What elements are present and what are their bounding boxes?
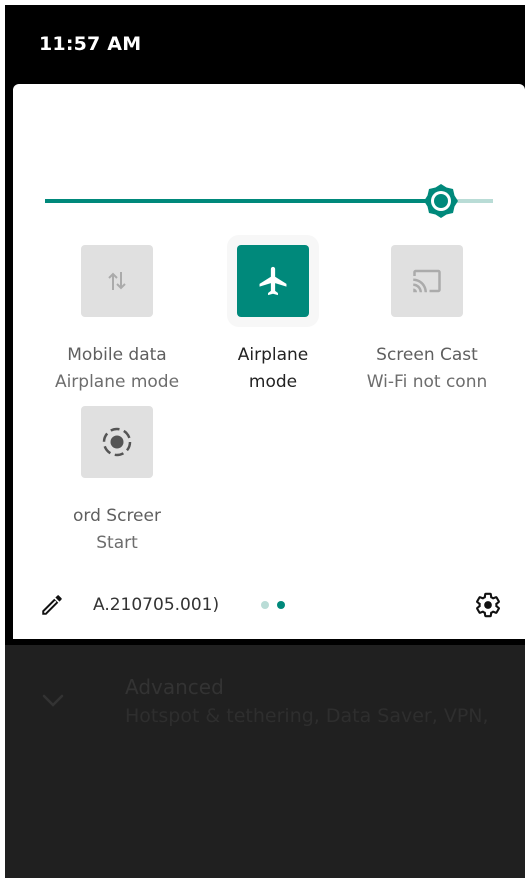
settings-underlay (5, 645, 525, 878)
brightness-icon[interactable] (422, 182, 460, 220)
gear-icon[interactable] (474, 591, 502, 619)
tile-airplane-mode-status: mode (248, 372, 298, 392)
tile-mobile-data-label: Mobile data (67, 345, 167, 365)
quick-settings-panel: Mobile data Airplane mode Airplane mode … (13, 84, 525, 639)
cast-icon (413, 269, 441, 293)
status-bar: 11:57 AM (5, 5, 525, 83)
tile-screen-record-status: Start (96, 533, 138, 553)
tile-airplane-mode-label: Airplane (237, 345, 309, 365)
brightness-slider-fill (45, 199, 442, 203)
tile-screen-cast-label: Screen Cast (376, 345, 478, 365)
tile-screen-cast-button[interactable] (391, 245, 463, 317)
advanced-summary: Hotspot & tethering, Data Saver, VPN, (125, 705, 489, 727)
status-time: 11:57 AM (39, 33, 142, 55)
mobile-data-icon (108, 272, 126, 290)
tile-screen-record-button[interactable] (81, 406, 153, 478)
page-indicator-dot (261, 601, 269, 609)
advanced-title[interactable]: Advanced (125, 675, 224, 699)
phone-screen: 11:57 AM Advanced Hotspot & tethering, D… (5, 5, 525, 878)
build-number[interactable]: A.210705.001) (93, 595, 219, 615)
chevron-down-icon[interactable] (41, 693, 65, 709)
tile-mobile-data-status: Airplane mode (54, 372, 180, 392)
tile-airplane-mode-button[interactable] (237, 245, 309, 317)
brightness-slider[interactable] (45, 184, 493, 218)
tile-screen-record-label: ord Screer (73, 506, 161, 526)
airplane-icon (259, 266, 287, 296)
tile-screen-cast-status: Wi-Fi not conn (366, 372, 488, 392)
screen-record-icon (102, 427, 132, 457)
pencil-icon[interactable] (39, 592, 65, 618)
tile-mobile-data-button[interactable] (81, 245, 153, 317)
page-indicator-dot (277, 601, 285, 609)
